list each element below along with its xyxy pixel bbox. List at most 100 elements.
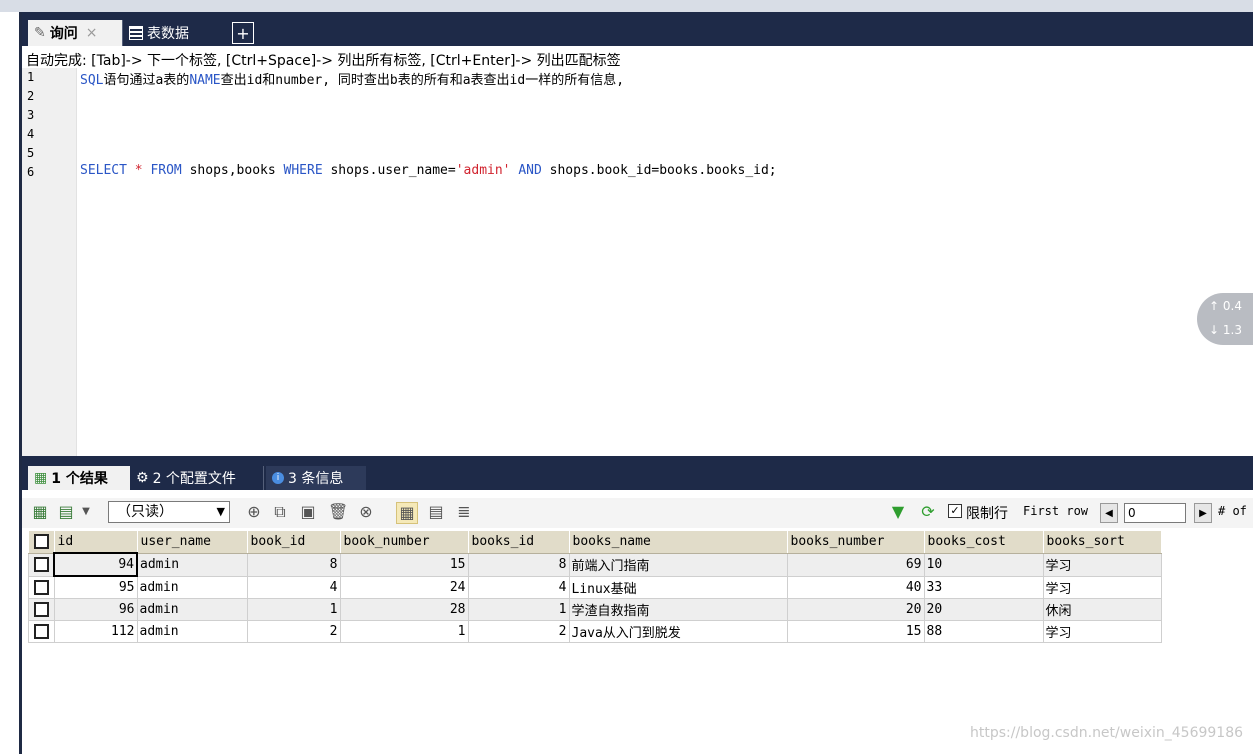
sql-condition: shops.user_name= [322,163,456,178]
cell-books-sort[interactable]: 休闲 [1042,598,1162,621]
cell-book-number[interactable]: 24 [339,575,469,599]
sql-keyword: NAME [189,73,221,88]
select-all-checkbox[interactable] [28,531,55,554]
discard-icon[interactable]: ⊗ [356,502,376,522]
result-grid-icon: ▦ [34,470,48,486]
next-page-button[interactable]: ▶ [1194,503,1212,523]
line-number: 6 [27,165,35,179]
row-checkbox[interactable] [28,620,55,643]
row-checkbox[interactable] [28,598,55,621]
form-view-icon[interactable]: ▤ [426,502,446,522]
query-workspace: ✎ 询问 × 表数据 + 自动完成: [Tab]-> 下一个标签, [Ctrl+… [22,12,1253,754]
sql-keyword-select: SELECT [80,163,127,178]
cell-books-name[interactable]: Linux基础 [568,575,788,599]
grid-view-icon[interactable]: ▦ [396,502,418,524]
cell-user-name[interactable]: admin [136,620,248,643]
column-header-books-number[interactable]: books_number [787,531,925,554]
cell-books-sort[interactable]: 学习 [1042,552,1162,577]
grid-mode-select[interactable]: （只读） ▼ [108,501,230,523]
cell-books-cost[interactable]: 20 [923,598,1044,621]
table-row[interactable]: 95 admin 4 24 4 Linux基础 40 33 学习 [28,575,1162,599]
text-view-icon[interactable]: ≣ [454,502,474,522]
cell-id[interactable]: 112 [53,620,138,643]
column-header-books-name[interactable]: books_name [569,531,788,554]
column-header-user-name[interactable]: user_name [137,531,248,554]
cell-books-cost[interactable]: 88 [923,620,1044,643]
tab-query-label: 询问 [49,26,78,42]
limit-rows-checkbox[interactable]: ✓ [948,504,962,518]
cell-books-number[interactable]: 20 [786,598,925,621]
cell-books-number[interactable]: 15 [786,620,925,643]
tab-table-data[interactable]: 表数据 [122,20,226,46]
cell-books-sort[interactable]: 学习 [1042,620,1162,643]
cell-user-name[interactable]: admin [136,575,248,599]
cell-book-id[interactable]: 2 [246,620,341,643]
first-row-input[interactable]: 0 [1124,503,1186,523]
cell-books-cost[interactable]: 10 [923,552,1044,577]
limit-rows-label: 限制行 [966,506,1008,522]
tab-results[interactable]: ▦ 1 个结果 [28,466,130,490]
column-header-book-id[interactable]: book_id [247,531,341,554]
cell-id[interactable]: 96 [53,598,138,621]
row-checkbox[interactable] [28,575,55,599]
network-speed-widget[interactable]: ↑ 0.4 ↓ 1.3 [1197,293,1253,345]
column-header-books-id[interactable]: books_id [468,531,570,554]
duplicate-row-icon[interactable]: ⧉ [270,502,290,522]
cell-book-id[interactable]: 1 [246,598,341,621]
sql-keyword: SQL [80,73,104,88]
sql-string: 'admin' [455,163,511,178]
add-row-icon[interactable]: ⊕ [244,502,264,522]
cell-book-number[interactable]: 1 [339,620,469,643]
cell-books-id[interactable]: 1 [467,598,570,621]
line-number: 4 [27,127,35,141]
cell-books-sort[interactable]: 学习 [1042,575,1162,599]
plus-icon: + [236,23,250,43]
cell-books-id[interactable]: 8 [467,552,570,577]
cell-book-id[interactable]: 4 [246,575,341,599]
row-checkbox[interactable] [28,552,55,577]
previous-page-button[interactable]: ◀ [1100,503,1118,523]
cell-books-name[interactable]: 前端入门指南 [568,552,788,577]
chevron-right-icon: ▶ [1199,508,1207,519]
cell-book-number[interactable]: 28 [339,598,469,621]
save-icon[interactable]: ▣ [298,502,318,522]
table-row[interactable]: 112 admin 2 1 2 Java从入门到脱发 15 88 学习 [28,620,1162,643]
sql-keyword-from: FROM [150,163,182,178]
code-text: 语句通过a表的 [103,73,190,88]
cell-books-cost[interactable]: 33 [923,575,1044,599]
cell-books-name[interactable]: Java从入门到脱发 [568,620,788,643]
cell-book-id[interactable]: 8 [246,552,341,577]
tab-query[interactable]: ✎ 询问 × [28,20,122,46]
tab-results-label: 1 个结果 [51,471,108,487]
cell-id[interactable]: 95 [53,575,138,599]
cell-id[interactable]: 94 [53,552,138,577]
table-row[interactable]: 94 admin 8 15 8 前端入门指南 69 10 学习 [28,552,1162,577]
column-header-book-number[interactable]: book_number [340,531,469,554]
cell-user-name[interactable]: admin [136,552,248,577]
tab-messages[interactable]: i 3 条信息 [266,466,366,490]
column-header-id[interactable]: id [54,531,138,554]
column-header-books-cost[interactable]: books_cost [924,531,1044,554]
cell-books-id[interactable]: 2 [467,620,570,643]
refresh-icon[interactable]: ⟳ [918,502,938,522]
column-header-books-sort[interactable]: books_sort [1043,531,1162,554]
cell-books-number[interactable]: 69 [786,552,925,577]
filter-icon[interactable]: ▼ [888,502,908,522]
cell-books-name[interactable]: 学渣自救指南 [568,598,788,621]
chevron-down-icon[interactable]: ▼ [76,502,96,522]
cell-books-id[interactable]: 4 [467,575,570,599]
code-line-1: SQL语句通过a表的NAME查出id和number, 同时查出b表的所有和a表查… [80,69,624,88]
chevron-down-icon: ▼ [216,505,225,518]
add-tab-button[interactable]: + [232,22,254,44]
close-icon[interactable]: × [86,25,98,41]
delete-icon[interactable]: 🗑 [328,502,348,522]
export-icon[interactable]: ▦ [30,502,50,522]
export-menu-icon[interactable]: ▤ [56,502,76,522]
upload-speed: 0.4 [1222,299,1242,313]
sql-editor[interactable]: 1 2 3 4 5 6 SQL语句通过a表的NAME查出id和number, 同… [22,68,1253,456]
cell-book-number[interactable]: 15 [339,552,469,577]
cell-books-number[interactable]: 40 [786,575,925,599]
tab-profiles[interactable]: ⚙ 2 个配置文件 [130,466,264,490]
cell-user-name[interactable]: admin [136,598,248,621]
table-row[interactable]: 96 admin 1 28 1 学渣自救指南 20 20 休闲 [28,598,1162,621]
